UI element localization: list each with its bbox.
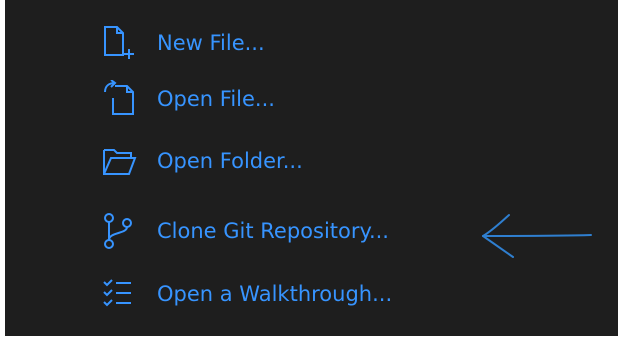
new-file-icon <box>101 23 145 63</box>
open-folder-icon <box>101 141 145 181</box>
screenshot-frame: New File... Open File... Open Folder... … <box>0 0 627 342</box>
open-walkthrough-link[interactable]: Open a Walkthrough... <box>101 274 392 314</box>
clone-git-repository-link[interactable]: Clone Git Repository... <box>101 211 389 251</box>
start-actions-list: New File... Open File... Open Folder... … <box>5 0 618 336</box>
open-file-label: Open File... <box>157 87 275 111</box>
checklist-icon <box>101 274 145 314</box>
new-file-label: New File... <box>157 31 265 55</box>
clone-git-repository-label: Clone Git Repository... <box>157 219 389 243</box>
open-file-icon <box>101 79 145 119</box>
open-folder-label: Open Folder... <box>157 149 303 173</box>
left-arrow-icon <box>482 214 592 258</box>
welcome-start-panel: New File... Open File... Open Folder... … <box>5 0 618 336</box>
new-file-link[interactable]: New File... <box>101 23 265 63</box>
open-folder-link[interactable]: Open Folder... <box>101 141 303 181</box>
open-file-link[interactable]: Open File... <box>101 79 275 119</box>
open-walkthrough-label: Open a Walkthrough... <box>157 282 393 306</box>
source-control-icon <box>101 211 145 251</box>
